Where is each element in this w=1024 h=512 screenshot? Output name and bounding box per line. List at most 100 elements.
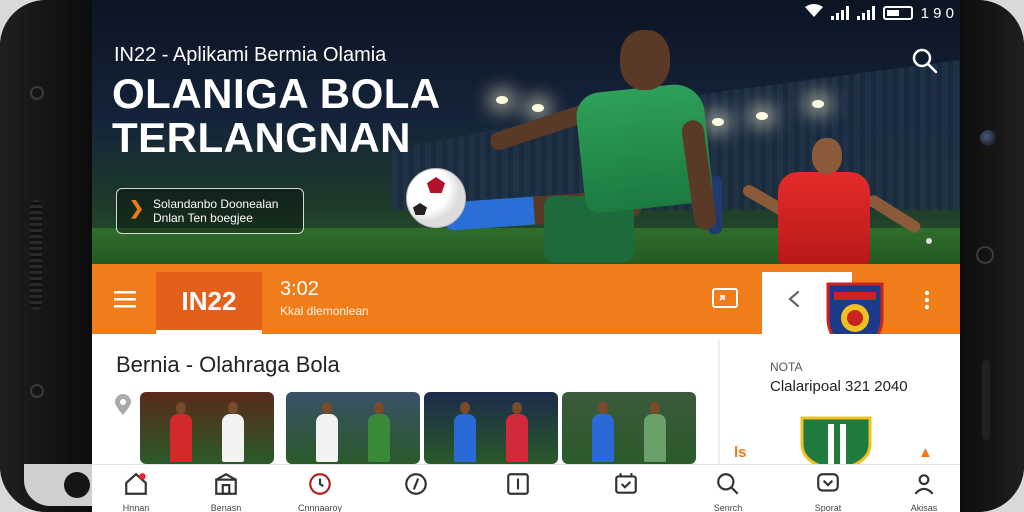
phone-frame: IN22 - Aplikami Bermia Olamia OLANIGA BO… [0, 0, 1024, 512]
nav-item-label: Sporat [814, 503, 842, 512]
search-icon [715, 473, 741, 501]
hero-title-line: TERLANGNAN [112, 114, 411, 161]
player-head [512, 402, 522, 414]
player-head [460, 402, 470, 414]
hero-title-line: OLANIGA BOLA [112, 70, 441, 117]
stadium-light [712, 118, 724, 126]
fire-label: ls [734, 444, 747, 461]
match-subtitle: Kkal dlemonlean [280, 304, 369, 318]
player-figure [170, 414, 192, 462]
nav-item-label: Hnnan [122, 503, 150, 512]
hero-banner[interactable]: IN22 - Aplikami Bermia Olamia OLANIGA BO… [92, 0, 960, 264]
player-figure [506, 414, 528, 462]
app-screen: IN22 - Aplikami Bermia Olamia OLANIGA BO… [92, 0, 960, 512]
thumbnail-background [286, 392, 420, 464]
player-figure [316, 414, 338, 462]
chat-icon [815, 473, 841, 501]
sensor-icon [30, 86, 44, 100]
front-camera-icon [980, 130, 996, 146]
note-label: NOTA [770, 360, 803, 374]
cta-line: Solandanbo Doonealan [153, 197, 279, 211]
hero-title: OLANIGA BOLA TERLANGNAN [112, 72, 441, 160]
player-figure [222, 414, 244, 462]
stadium-light [812, 100, 824, 108]
hero-cta-button[interactable]: ❯ Solandanbo Doonealan Dnlan Ten boegjee [116, 188, 304, 234]
nav-item-chat[interactable]: Sporat [798, 471, 858, 512]
cast-icon[interactable] [712, 288, 738, 313]
nav-item-search[interactable]: Senrch [698, 471, 758, 512]
right-bezel [960, 0, 1024, 512]
home-circle-icon [64, 472, 90, 498]
hero-subtitle: IN22 - Aplikami Bermia Olamia [114, 44, 387, 66]
home-sensor-icon [976, 246, 994, 264]
left-bezel [0, 0, 92, 512]
match-score: 3:02 [280, 278, 319, 300]
player-figure [778, 172, 870, 264]
location-pin-icon[interactable] [114, 394, 132, 421]
nav-item-clock[interactable]: Cnnnaaroy [290, 471, 350, 512]
status-bar: 1 9 0 [804, 4, 954, 22]
player-figure [812, 138, 842, 174]
cta-line: Dnlan Ten boegjee [153, 211, 253, 225]
video-thumbnail[interactable] [424, 392, 558, 464]
wifi-icon [804, 4, 823, 22]
chevron-right-icon: ❯ [129, 198, 145, 218]
ticket-icon [613, 473, 639, 501]
signal-icon [856, 6, 875, 20]
more-vertical-icon[interactable] [924, 290, 930, 315]
profile-icon [911, 474, 937, 501]
player-head [322, 402, 332, 414]
carousel-indicator[interactable] [926, 238, 932, 244]
nav-item-label: Benasn [210, 503, 242, 512]
video-thumbnail[interactable] [286, 392, 420, 464]
fire-icon: ▲ [918, 444, 933, 461]
nav-item-profile[interactable]: Akisas [894, 471, 954, 512]
menu-icon[interactable] [114, 290, 136, 313]
section-title: Bernia - Olahraga Bola [116, 352, 340, 377]
stadium-light [756, 112, 768, 120]
player-head [176, 402, 186, 414]
nav-item-compass[interactable] [386, 471, 446, 512]
thumbnail-background [140, 392, 274, 464]
nav-item-label: Senrch [713, 503, 743, 512]
signal-icon [830, 6, 849, 20]
battery-icon [882, 6, 913, 20]
football-image [406, 168, 466, 228]
video-thumbnail[interactable] [562, 392, 696, 464]
stadium-light [496, 96, 508, 104]
nav-item-calendar[interactable] [488, 471, 548, 512]
player-head [228, 402, 238, 414]
side-key [982, 360, 990, 440]
note-value: Clalaripoal 321 2040 [770, 378, 908, 395]
player-figure [454, 414, 476, 462]
stadium-light [532, 104, 544, 112]
clock-icon [307, 473, 333, 501]
compass-icon [403, 473, 429, 501]
player-figure [368, 414, 390, 462]
player-figure [592, 414, 614, 462]
nav-item-home[interactable]: Hnnan [106, 471, 166, 512]
player-head [598, 402, 608, 414]
player-figure [620, 30, 670, 90]
bottom-navigation: Hnnan Benasn Cnnnaaroy Senrch Sporat Akisas [92, 464, 960, 512]
nav-item-label: Cnnnaaroy [297, 503, 343, 512]
speaker-grill [30, 200, 42, 310]
main-content: Bernia - Olahraga Bola [92, 334, 718, 464]
calendar-icon [505, 473, 531, 501]
player-head [374, 402, 384, 414]
search-icon[interactable] [912, 48, 938, 79]
status-time: 1 9 0 [920, 4, 954, 22]
system-home-button[interactable] [24, 464, 92, 506]
thumbnail-background [562, 392, 696, 464]
store-icon [213, 473, 239, 501]
player-head [650, 402, 660, 414]
right-panel: NOTA Clalaripoal 321 2040 ls ▲ [720, 334, 960, 472]
back-icon[interactable] [786, 290, 806, 313]
sensor-icon [30, 384, 44, 398]
home-icon [123, 472, 149, 501]
nav-item-ticket[interactable] [596, 471, 656, 512]
nav-item-store[interactable]: Benasn [196, 471, 256, 512]
thumbnail-background [424, 392, 558, 464]
app-logo[interactable]: IN22 [156, 272, 262, 330]
video-thumbnail[interactable] [140, 392, 274, 464]
